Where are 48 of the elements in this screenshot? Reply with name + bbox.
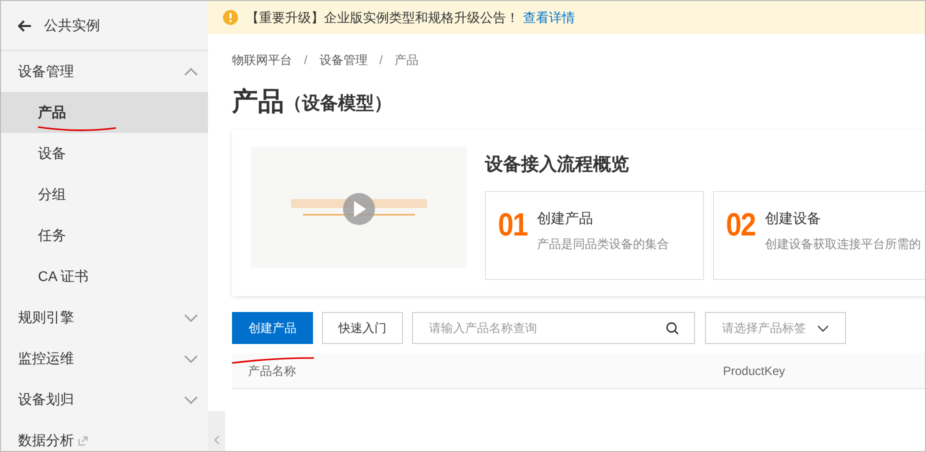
menu-item[interactable]: 任务 [1,215,208,256]
search-icon[interactable] [666,322,679,335]
menu-group[interactable]: 监控运维 [1,338,208,379]
page-title: 产品 [232,85,284,117]
column-header: 产品名称 [247,362,297,380]
breadcrumb-link[interactable]: 设备管理 [319,51,368,69]
menu-group[interactable]: 规则引擎 [1,297,208,338]
back-arrow-icon[interactable] [18,20,32,32]
column-header: ProductKey [723,362,786,380]
menu-group[interactable]: 数据分析 [1,420,208,451]
external-link-icon [78,436,88,446]
overview-heading: 设备接入流程概览 [485,153,630,176]
breadcrumb-link[interactable]: 产品 [394,51,419,69]
collapse-handle[interactable] [208,411,225,451]
breadcrumb-separator: / [379,52,383,69]
chevron-down-icon [817,324,829,332]
step-title: 创建产品 [537,209,594,228]
back-link[interactable]: 公共实例 [44,15,100,36]
menu-label: 规则引擎 [18,308,74,327]
chevron-up-icon [184,68,198,76]
menu-group[interactable]: 设备管理 [1,51,208,92]
banner-text: 【重要升级】企业版实例类型和规格升级公告！ [246,8,519,27]
chevron-down-icon [184,314,198,322]
create-product-button[interactable]: 创建产品 [232,312,313,344]
chevron-left-icon [214,435,220,445]
quick-start-button[interactable]: 快速入门 [322,312,403,344]
menu-label: 设备管理 [18,62,74,81]
warning-icon [223,10,238,25]
breadcrumb-link[interactable]: 物联网平台 [232,51,292,69]
menu-label: 设备划归 [18,390,74,409]
menu-label: 数据分析 [18,431,74,450]
chevron-down-icon [184,354,198,362]
step-number: 02 [726,208,756,244]
step-description: 创建设备获取连接平台所需的 [765,236,922,253]
menu-label: 监控运维 [18,349,74,368]
menu-item[interactable]: 分组 [1,174,208,215]
menu-group[interactable]: 设备划归 [1,379,208,420]
page-subtitle: （设备模型） [284,92,392,115]
details-link[interactable]: 查看详情 [523,8,575,28]
menu-item[interactable]: 设备 [1,133,208,174]
search-field[interactable]: 请输入产品名称查询 [412,312,695,344]
breadcrumb-separator: / [304,52,308,69]
step-description: 产品是同品类设备的集合 [537,236,670,253]
menu-item[interactable]: CA 证书 [1,256,208,297]
step-number: 01 [498,208,528,244]
chevron-down-icon [184,396,198,404]
menu-item[interactable]: 产品 [1,92,208,133]
step-title: 创建设备 [765,209,822,228]
